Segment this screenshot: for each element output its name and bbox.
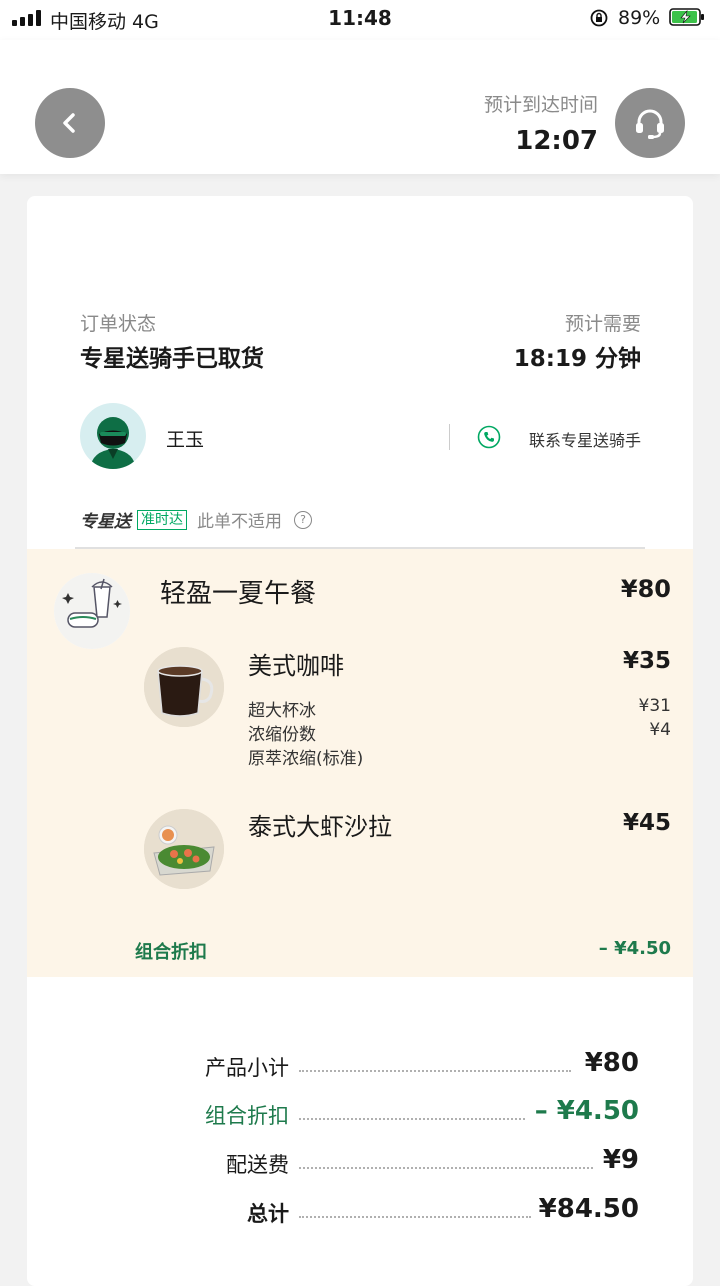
battery-percent: 89% <box>618 7 661 29</box>
combo-price: ¥80 <box>620 575 671 603</box>
item-option-price: ¥31 <box>638 696 671 716</box>
battery-charging-icon <box>669 8 704 26</box>
delivery-fee-value: ¥9 <box>602 1145 639 1175</box>
divider <box>449 424 450 450</box>
discount-label: 组合折扣 <box>205 1104 289 1128</box>
delivery-fee-label: 配送费 <box>226 1153 289 1177</box>
combo-discount-value: – ¥4.50 <box>598 938 671 959</box>
total-row: 总计 ¥84.50 <box>27 1194 693 1234</box>
customer-service-button[interactable] <box>615 88 685 158</box>
order-items: 轻盈一夏午餐 ¥80 美式咖啡 ¥35 超大杯冰 ¥31 浓缩份数 ¥4 原萃浓… <box>27 549 693 977</box>
headset-icon <box>636 109 664 139</box>
rider-name: 王玉 <box>166 429 205 451</box>
eta-label: 预计到达时间 <box>483 94 598 116</box>
subtotal-value: ¥80 <box>584 1048 639 1078</box>
item-name: 美式咖啡 <box>248 652 344 680</box>
rider-avatar <box>80 403 146 469</box>
item-option: 原萃浓缩(标准) <box>248 749 364 769</box>
not-applicable-note: 此单不适用 <box>197 512 282 532</box>
chevron-left-icon <box>63 113 75 133</box>
time-needed-label: 预计需要 <box>564 313 641 335</box>
discount-row: 组合折扣 – ¥4.50 <box>27 1096 693 1136</box>
brand-logo: 专星送 <box>80 512 131 532</box>
on-time-guarantee-row: 专星送 准时达 此单不适用 ? <box>80 507 312 532</box>
americano-image <box>144 647 224 727</box>
item-option: 浓缩份数 <box>248 725 316 745</box>
order-status-label: 订单状态 <box>80 313 157 335</box>
time-needed-value: 18:19 分钟 <box>513 346 641 372</box>
dot-leader <box>299 1167 593 1169</box>
phone-icon[interactable] <box>477 425 501 449</box>
back-button[interactable] <box>35 88 105 158</box>
help-icon[interactable]: ? <box>294 510 312 529</box>
rotation-lock-icon <box>590 9 608 27</box>
dot-leader <box>299 1118 525 1120</box>
item-option: 超大杯冰 <box>248 701 316 721</box>
item-price: ¥45 <box>622 810 671 836</box>
shrimp-salad-image <box>144 809 224 889</box>
dot-leader <box>299 1070 571 1072</box>
combo-image <box>54 573 130 649</box>
total-value: ¥84.50 <box>538 1194 639 1224</box>
item-price: ¥35 <box>622 648 671 674</box>
clock: 11:48 <box>328 6 392 30</box>
status-bar: 中国移动 4G 11:48 89% <box>0 0 720 40</box>
combo-discount-label: 组合折扣 <box>135 942 207 963</box>
eta-time: 12:07 <box>515 126 598 156</box>
subtotal-row: 产品小计 ¥80 <box>27 1048 693 1088</box>
item-option-price: ¥4 <box>649 720 671 740</box>
discount-value: – ¥4.50 <box>534 1096 639 1126</box>
combo-name: 轻盈一夏午餐 <box>160 579 317 609</box>
item-name: 泰式大虾沙拉 <box>248 813 392 841</box>
contact-rider-link[interactable]: 联系专星送骑手 <box>529 427 641 451</box>
delivery-fee-row: 配送费 ¥9 <box>27 1145 693 1185</box>
order-card: 订单状态 专星送骑手已取货 预计需要 18:19 分钟 王玉 联系专星送骑手 专… <box>27 196 693 1286</box>
on-time-badge: 准时达 <box>137 509 187 530</box>
header: 预计到达时间 12:07 <box>0 40 720 174</box>
total-label: 总计 <box>247 1202 289 1226</box>
subtotal-label: 产品小计 <box>205 1056 289 1080</box>
dot-leader <box>299 1216 531 1218</box>
order-status-value: 专星送骑手已取货 <box>80 346 264 372</box>
